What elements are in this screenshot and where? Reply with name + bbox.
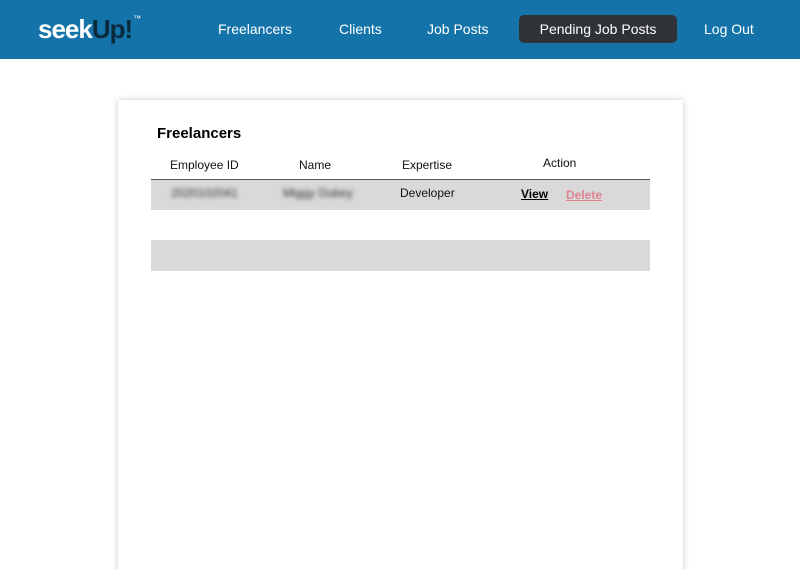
column-header-employee-id: Employee ID xyxy=(170,158,239,172)
logo-trademark: ™ xyxy=(133,14,142,23)
top-navbar: seek Up! ™ Freelancers Clients Job Posts… xyxy=(0,0,800,59)
nav-link-job-posts[interactable]: Job Posts xyxy=(427,15,488,43)
logo-text-up: Up! xyxy=(91,14,133,44)
logo-text-seek: seek xyxy=(38,14,93,44)
cell-expertise: Developer xyxy=(400,186,455,200)
nav-link-freelancers[interactable]: Freelancers xyxy=(218,15,292,43)
nav-link-log-out[interactable]: Log Out xyxy=(704,15,754,43)
cell-employee-id: 2020102041 xyxy=(171,186,238,200)
delete-link[interactable]: Delete xyxy=(566,188,602,202)
column-header-expertise: Expertise xyxy=(402,158,453,172)
column-header-action: Action xyxy=(543,156,577,170)
empty-table-row xyxy=(151,240,650,271)
seekup-logo[interactable]: seek Up! ™ xyxy=(38,12,141,46)
cell-name: Miggy Dubey xyxy=(283,186,354,200)
nav-link-pending-job-posts[interactable]: Pending Job Posts xyxy=(519,15,677,43)
page-title: Freelancers xyxy=(157,125,242,142)
view-link[interactable]: View xyxy=(521,187,548,201)
column-header-name: Name xyxy=(299,158,332,172)
nav-link-clients[interactable]: Clients xyxy=(339,15,382,43)
